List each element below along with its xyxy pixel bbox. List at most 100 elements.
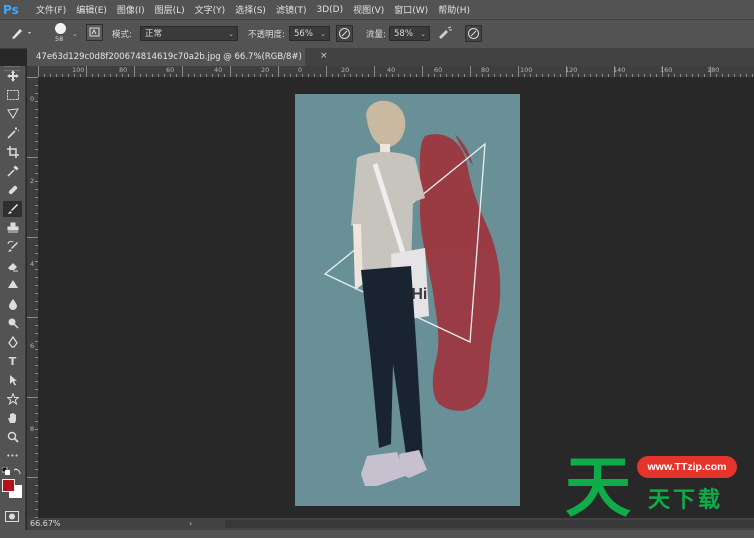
chevron-down-icon: ⌄ — [420, 30, 426, 38]
svg-text:天: 天 — [565, 449, 631, 518]
ruler-label: 0 — [298, 66, 303, 74]
eyedropper-icon[interactable] — [3, 163, 22, 179]
menu-type[interactable]: 文字(Y) — [190, 3, 231, 16]
ruler-label: 2 — [30, 177, 35, 185]
flow-field[interactable]: 58% ⌄ — [389, 26, 430, 41]
dodge-icon[interactable] — [3, 315, 22, 331]
menu-3d[interactable]: 3D(D) — [311, 5, 348, 15]
photoshop-logo[interactable]: Ps — [3, 1, 25, 18]
menu-window[interactable]: 窗口(W) — [389, 3, 433, 16]
status-bar: 66.67% › — [27, 518, 754, 530]
chevron-down-icon: ⌄ — [320, 30, 326, 38]
watermark-text: 天下载 — [648, 488, 724, 513]
ruler-label: 6 — [30, 342, 35, 350]
ruler-label: 40 — [387, 66, 396, 74]
crop-icon[interactable] — [3, 144, 22, 160]
marquee-icon[interactable] — [3, 87, 22, 103]
horizontal-scrollbar[interactable] — [225, 520, 754, 528]
pressure-size-icon[interactable] — [465, 25, 482, 42]
red-brush-strokes — [419, 134, 501, 411]
brush-picker-chevron-icon[interactable]: ⌄ — [72, 30, 78, 38]
ruler-label: 120 — [565, 66, 578, 74]
ruler-label: 60 — [166, 66, 175, 74]
eraser-icon[interactable] — [3, 258, 22, 274]
brush-tool-preset-icon[interactable] — [9, 25, 33, 44]
flow-label: 流量: — [366, 30, 386, 40]
ruler-label: 0 — [30, 95, 35, 103]
menu-view[interactable]: 视图(V) — [348, 3, 389, 16]
lasso-icon[interactable] — [3, 106, 22, 122]
hand-icon[interactable] — [3, 410, 22, 426]
stamp-icon[interactable] — [3, 220, 22, 236]
tools-panel: T ••• — [0, 66, 26, 538]
zoom-icon[interactable] — [3, 429, 22, 445]
bottom-strip — [0, 530, 754, 538]
ruler-horizontal[interactable]: 100 80 60 40 20 0 20 40 60 80 100 120 14… — [38, 66, 754, 78]
history-brush-icon[interactable] — [3, 239, 22, 255]
brush-icon[interactable] — [3, 201, 22, 217]
opacity-field[interactable]: 56% ⌄ — [289, 26, 330, 41]
menu-select[interactable]: 选择(S) — [230, 3, 271, 16]
brush-size-value: 58 — [55, 35, 64, 43]
character-figure: MHi — [351, 100, 429, 486]
ruler-label: 20 — [261, 66, 270, 74]
mode-label: 模式: — [112, 30, 132, 40]
watermark-big-char-icon: 天 — [565, 449, 631, 518]
ruler-label: 80 — [119, 66, 128, 74]
magic-wand-icon[interactable] — [3, 125, 22, 141]
flow-value: 58% — [394, 29, 413, 39]
zoom-level[interactable]: 66.67% — [30, 518, 61, 530]
path-select-icon[interactable] — [3, 372, 22, 388]
ruler-label: 180 — [707, 66, 720, 74]
menu-image[interactable]: 图像(I) — [112, 3, 150, 16]
ruler-label: 60 — [434, 66, 443, 74]
ruler-label: 4 — [30, 260, 35, 268]
ruler-label: 40 — [214, 66, 223, 74]
opacity-value: 56% — [294, 29, 313, 39]
menu-filter[interactable]: 滤镜(T) — [271, 3, 312, 16]
airbrush-icon[interactable] — [437, 26, 453, 43]
foreground-color-swatch[interactable] — [2, 479, 15, 492]
healing-icon[interactable] — [3, 182, 22, 198]
document-canvas[interactable]: MHi — [295, 94, 520, 506]
shape-icon[interactable] — [3, 391, 22, 407]
mode-dropdown[interactable]: 正常 ⌄ — [140, 26, 238, 41]
ruler-vertical[interactable]: 0 2 4 6 8 — [27, 77, 39, 518]
type-icon[interactable]: T — [3, 353, 22, 369]
mode-value: 正常 — [145, 29, 163, 39]
document-tab-bar: 47e63d129c0d8f200674814619c70a2b.jpg @ 6… — [27, 48, 754, 80]
pen-icon[interactable] — [3, 334, 22, 350]
default-colors-icon[interactable] — [1, 466, 10, 478]
quick-mask-icon[interactable] — [5, 511, 19, 525]
pressure-opacity-icon[interactable] — [336, 25, 353, 42]
close-icon[interactable]: × — [320, 51, 328, 61]
document-tab[interactable]: 47e63d129c0d8f200674814619c70a2b.jpg @ 6… — [27, 48, 305, 80]
menu-help[interactable]: 帮助(H) — [433, 3, 475, 16]
options-bar: 58 ⌄ 模式: 正常 ⌄ 不透明度: 56% ⌄ 流量: 58% ⌄ — [0, 19, 754, 49]
ruler-corner[interactable] — [27, 66, 38, 77]
ruler-label: 140 — [613, 66, 626, 74]
menu-bar: Ps 文件(F) 编辑(E) 图像(I) 图层(L) 文字(Y) 选择(S) 滤… — [0, 0, 754, 19]
opacity-label: 不透明度: — [248, 30, 285, 40]
ruler-label: 100 — [72, 66, 85, 74]
status-menu-arrow-icon[interactable]: › — [189, 518, 192, 530]
brush-tip-icon — [55, 23, 66, 34]
move-icon[interactable] — [3, 68, 22, 84]
ruler-label: 8 — [30, 425, 35, 433]
ruler-label: 80 — [481, 66, 490, 74]
ruler-label: 160 — [660, 66, 673, 74]
menu-file[interactable]: 文件(F) — [31, 3, 71, 16]
blur-icon[interactable] — [3, 296, 22, 312]
canvas-artwork: MHi — [323, 100, 501, 486]
brush-panel-toggle-icon[interactable] — [86, 24, 103, 41]
chevron-down-icon: ⌄ — [228, 30, 234, 38]
menu-edit[interactable]: 编辑(E) — [71, 3, 112, 16]
ruler-label: 20 — [341, 66, 350, 74]
menu-layer[interactable]: 图层(L) — [150, 3, 190, 16]
gradient-icon[interactable] — [3, 277, 22, 293]
ruler-label: 100 — [520, 66, 533, 74]
watermark-url: www.TTzip.com — [637, 456, 737, 478]
more-icon[interactable]: ••• — [3, 448, 22, 464]
swap-colors-icon[interactable] — [13, 466, 23, 478]
brush-size-picker[interactable]: 58 — [53, 22, 69, 44]
